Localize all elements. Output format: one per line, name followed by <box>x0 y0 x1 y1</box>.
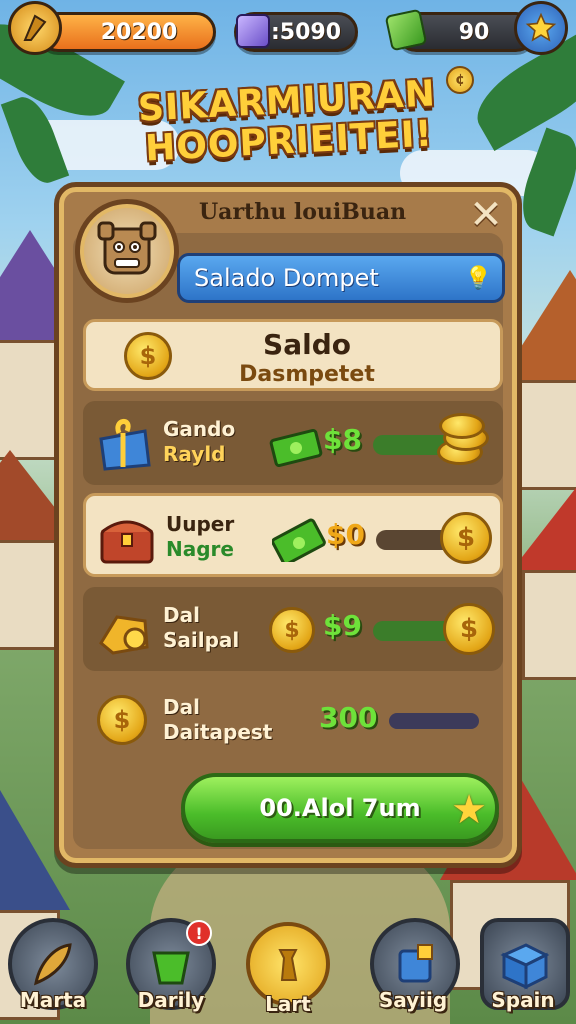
notification-badge: ! <box>186 920 212 946</box>
feather-badge-icon <box>8 1 62 55</box>
claim-button[interactable]: 00.Alol 7um ★ <box>181 773 499 843</box>
cash-stack-icon <box>384 8 428 52</box>
avatar[interactable] <box>75 199 179 303</box>
claim-button-label: 00.Alol 7um <box>259 794 421 822</box>
coin-stack-icon <box>433 413 495 475</box>
gift-bag-icon <box>99 419 151 471</box>
star-badge-icon[interactable] <box>514 1 568 55</box>
cash-bundle-icon <box>272 518 326 562</box>
bottom-nav: Marta ! Darily Lart Sayiig Spain <box>0 918 576 1024</box>
small-coin-icon: ¢ <box>446 66 474 94</box>
row-label: Dal Daitapest <box>163 695 273 744</box>
gems-value: :5090 <box>270 19 341 45</box>
nav-label-lart: Lart <box>265 992 311 1016</box>
star-icon: ★ <box>451 787 487 833</box>
reward-row[interactable]: $ Dal Daitapest 300 <box>83 679 503 763</box>
close-icon[interactable]: ✕ <box>467 195 505 235</box>
treasure-chest-icon <box>100 520 154 564</box>
nav-label-spain: Spain <box>491 988 555 1012</box>
progress-bar <box>389 713 479 729</box>
feather-icon <box>33 943 72 986</box>
cash-bundle-icon <box>269 428 323 467</box>
bucket-icon <box>152 951 190 985</box>
dollar-coin-icon: $ <box>97 695 147 745</box>
coins-value: 20200 <box>100 19 178 45</box>
row-label: Uuper Nagre <box>166 512 235 561</box>
reward-row[interactable]: Gando Rayld $8 <box>83 401 503 485</box>
row-label: Gando Rayld <box>163 417 236 466</box>
lightbulb-icon: 💡 <box>464 266 492 291</box>
wallet-name-bar[interactable]: Salado Dompet 💡 <box>177 253 505 303</box>
balance-title: Saldo <box>263 328 351 361</box>
dollar-coin-icon: $ <box>443 603 495 655</box>
row-label: Dal Sailpal <box>163 603 240 652</box>
hud-cash[interactable]: 90 <box>384 1 572 56</box>
reward-row[interactable]: Uuper Nagre $0 $ <box>83 493 503 577</box>
cash-value: 90 <box>458 19 490 45</box>
nav-label-darily: Darily <box>137 988 205 1012</box>
reward-row[interactable]: Dal Sailpal $ $9 $ <box>83 587 503 671</box>
character-face-icon <box>97 221 157 275</box>
hud-coins[interactable]: 20200 <box>8 1 218 56</box>
dollar-coin-icon: $ <box>269 607 315 653</box>
wallet-panel: Uarthu louiBuan ✕ Salado Dompet 💡 $ Sald… <box>54 182 522 868</box>
coin-icon <box>278 949 298 981</box>
nav-label-sayiig: Sayiig <box>378 988 448 1012</box>
dollar-coin-icon: $ <box>440 512 492 564</box>
gem-cube-icon <box>236 14 270 48</box>
chest-icon <box>500 943 550 990</box>
balance-summary: $ Saldo Dasmpetet <box>83 319 503 391</box>
row-value: $0 <box>326 518 365 551</box>
row-value: 300 <box>319 701 378 734</box>
row-value: $8 <box>323 423 362 456</box>
panel-header: Uarthu louiBuan <box>199 199 407 225</box>
box-icon <box>398 944 433 983</box>
wallet-label: Salado Dompet <box>194 264 379 292</box>
hud-gems[interactable]: :5090 <box>234 8 358 56</box>
gold-pile-icon <box>99 615 149 655</box>
row-value: $9 <box>323 609 362 642</box>
nav-label-marta: Marta <box>19 988 87 1012</box>
balance-subtitle: Dasmpetet <box>239 362 375 387</box>
